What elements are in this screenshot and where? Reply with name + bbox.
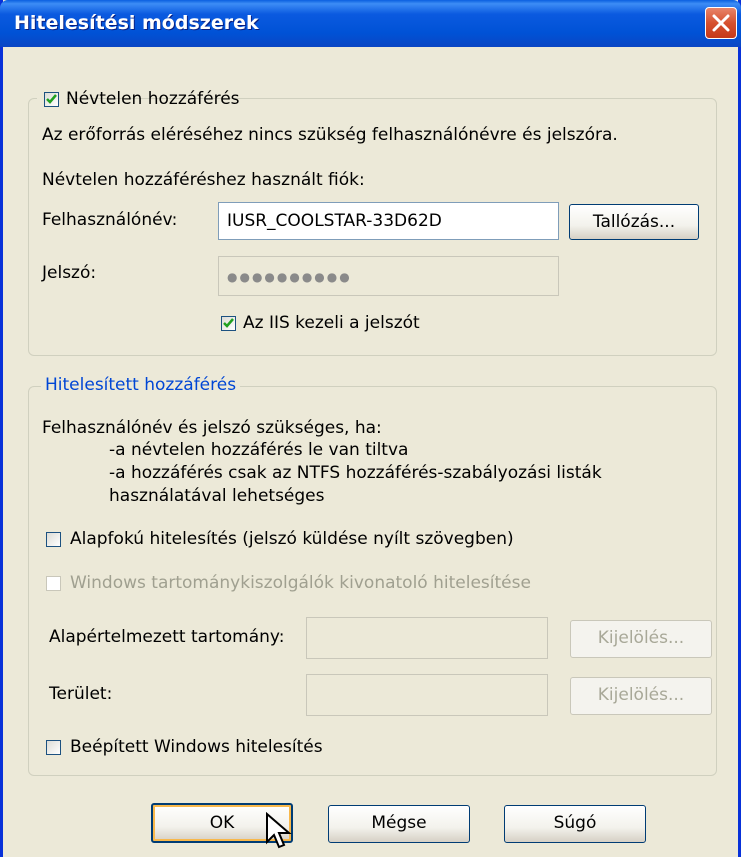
cancel-button[interactable]: Mégse	[328, 805, 470, 843]
password-input[interactable]: ●●●●●●●●●●	[218, 256, 559, 296]
checkmark-icon	[46, 94, 57, 104]
digest-auth-checkbox[interactable]	[46, 576, 61, 591]
checkmark-icon	[223, 318, 234, 328]
anonymous-access-checkbox[interactable]	[44, 92, 59, 107]
anonymous-access-label[interactable]: Névtelen hozzáférés	[66, 89, 240, 109]
mouse-cursor-icon	[266, 812, 292, 849]
help-button[interactable]: Súgó	[504, 805, 646, 843]
close-button[interactable]	[705, 7, 737, 39]
auth-bullet-1: -a névtelen hozzáférés le van tiltva	[109, 440, 409, 460]
authenticated-access-legend: Hitelesített hozzáférés	[41, 375, 241, 395]
integrated-auth-checkbox[interactable]	[46, 740, 61, 755]
digest-auth-label[interactable]: Windows tartománykiszolgálók kivonatoló …	[70, 573, 531, 593]
title-bar: Hitelesítési módszerek	[0, 0, 741, 47]
dialog-title: Hitelesítési módszerek	[14, 12, 259, 34]
iis-password-label[interactable]: Az IIS kezeli a jelszót	[243, 313, 420, 333]
basic-auth-checkbox[interactable]	[46, 532, 61, 547]
select-domain-button[interactable]: Kijelölés...	[570, 620, 712, 658]
anonymous-account-label: Névtelen hozzáféréshez használt fiók:	[42, 170, 365, 190]
auth-intro: Felhasználónév és jelszó szükséges, ha:	[42, 418, 382, 438]
auth-bullet-2-cont: használatával lehetséges	[109, 486, 325, 506]
realm-label: Terület:	[49, 684, 113, 704]
default-domain-label: Alapértelmezett tartomány:	[49, 627, 285, 647]
realm-input[interactable]	[306, 674, 548, 716]
iis-password-checkbox[interactable]	[221, 316, 236, 331]
select-realm-button[interactable]: Kijelölés...	[570, 677, 712, 715]
username-input[interactable]: IUSR_COOLSTAR-33D62D	[218, 202, 559, 240]
default-domain-input[interactable]	[306, 617, 548, 659]
auth-bullet-2: -a hozzáférés csak az NTFS hozzáférés-sz…	[109, 463, 602, 483]
password-label: Jelszó:	[42, 263, 97, 283]
browse-button[interactable]: Tallózás...	[569, 204, 699, 240]
anonymous-description: Az erőforrás eléréséhez nincs szükség fe…	[42, 125, 618, 145]
close-icon	[712, 14, 730, 32]
dialog-window: Hitelesítési módszerek Névtelen hozzáfér…	[0, 0, 741, 857]
basic-auth-label[interactable]: Alapfokú hitelesítés (jelszó küldése nyí…	[70, 529, 514, 549]
username-label: Felhasználónév:	[42, 210, 178, 230]
integrated-auth-label[interactable]: Beépített Windows hitelesítés	[70, 737, 323, 757]
